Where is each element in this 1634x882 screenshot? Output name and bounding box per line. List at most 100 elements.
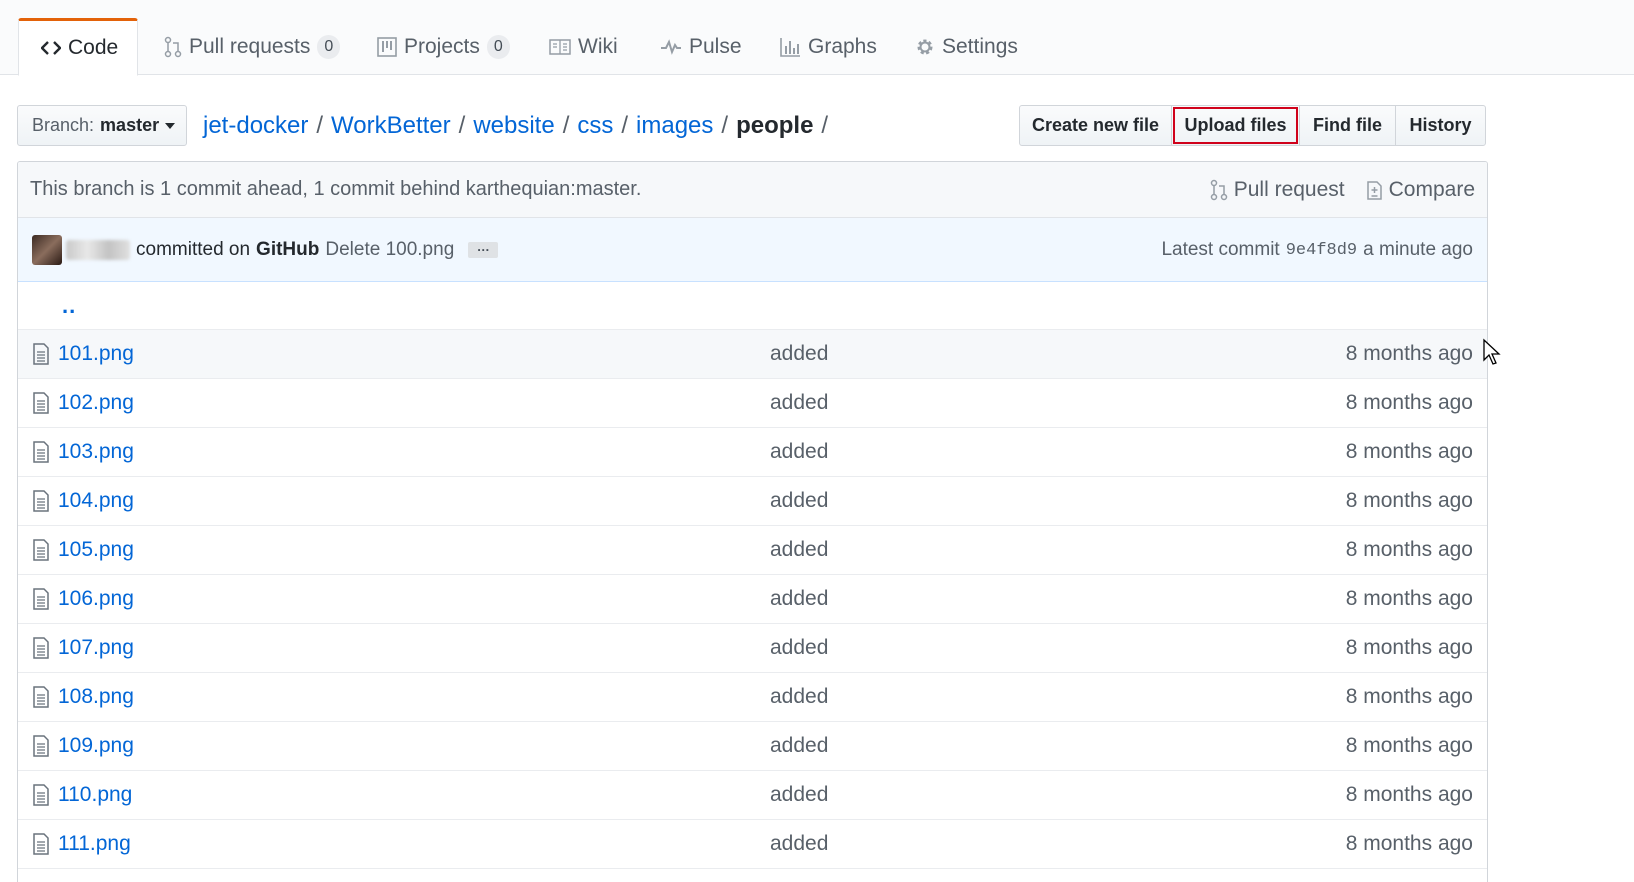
tab-wiki-label: Wiki: [578, 35, 618, 58]
file-age: 8 months ago: [1345, 685, 1473, 708]
file-age: 8 months ago: [1345, 783, 1473, 806]
breadcrumb-separator: /: [316, 112, 324, 139]
compare-label: Compare: [1388, 178, 1475, 201]
find-file-button[interactable]: Find file: [1299, 105, 1396, 146]
tab-projects[interactable]: Projects 0: [355, 18, 532, 76]
tab-graphs[interactable]: Graphs: [757, 18, 899, 76]
pull-request-label: Pull request: [1233, 178, 1345, 201]
diff-icon: [1365, 179, 1383, 201]
file-commit-message[interactable]: added: [770, 391, 828, 415]
table-row: 105.png added 8 months ago: [18, 526, 1487, 575]
git-pull-request-icon: [1210, 179, 1228, 201]
tab-pulse[interactable]: Pulse: [638, 18, 764, 76]
pull-request-link[interactable]: Pull request: [1210, 178, 1345, 202]
file-age: 8 months ago: [1345, 538, 1473, 561]
table-row: 101.png added 8 months ago: [18, 330, 1487, 379]
file-name-link[interactable]: 104.png: [58, 489, 134, 513]
file-commit-message[interactable]: added: [770, 440, 828, 464]
file-icon: [33, 686, 49, 708]
commit-platform: GitHub: [256, 238, 320, 260]
breadcrumb-current-folder: people: [736, 112, 814, 139]
file-commit-message[interactable]: added: [770, 342, 828, 366]
branch-status-bar: This branch is 1 commit ahead, 1 commit …: [18, 162, 1487, 218]
mouse-cursor-icon: [1483, 338, 1501, 365]
file-rows: 101.png added 8 months ago 102.png added 8 mo…: [18, 330, 1487, 869]
parent-directory-row: ..: [18, 282, 1487, 330]
branch-select-button[interactable]: Branch: master: [17, 105, 187, 146]
file-age: 8 months ago: [1345, 391, 1473, 414]
table-row: 110.png added 8 months ago: [18, 771, 1487, 820]
breadcrumb-folder-website[interactable]: website: [473, 112, 554, 140]
table-row: 103.png added 8 months ago: [18, 428, 1487, 477]
file-icon: [33, 637, 49, 659]
author-name-redacted[interactable]: [66, 239, 130, 260]
file-commit-message[interactable]: added: [770, 538, 828, 562]
parent-directory-link[interactable]: ..: [62, 293, 76, 319]
commit-sha-link[interactable]: 9e4f8d9: [1286, 241, 1357, 260]
tab-pulse-label: Pulse: [689, 35, 742, 58]
avatar[interactable]: [32, 234, 62, 265]
table-row: 109.png added 8 months ago: [18, 722, 1487, 771]
file-icon: [33, 539, 49, 561]
tab-wiki[interactable]: Wiki: [527, 18, 640, 76]
tab-graphs-label: Graphs: [808, 35, 877, 58]
file-commit-message[interactable]: added: [770, 734, 828, 758]
tab-projects-label: Projects: [404, 35, 480, 58]
history-button[interactable]: History: [1395, 105, 1486, 146]
file-icon: [33, 490, 49, 512]
file-name-link[interactable]: 111.png: [58, 832, 131, 856]
file-icon: [33, 343, 49, 365]
branch-name: master: [100, 115, 160, 135]
commit-message-link[interactable]: Delete 100.png: [325, 239, 454, 261]
file-commit-message[interactable]: added: [770, 587, 828, 611]
file-icon: [33, 784, 49, 806]
file-age: 8 months ago: [1345, 734, 1473, 757]
latest-commit-label: Latest commit: [1161, 239, 1280, 260]
tab-settings-label: Settings: [942, 35, 1018, 58]
commit-age: a minute ago: [1363, 239, 1473, 260]
file-commit-message[interactable]: added: [770, 685, 828, 709]
breadcrumb-repo-owner[interactable]: jet-docker: [203, 112, 308, 140]
file-commit-message[interactable]: added: [770, 636, 828, 660]
breadcrumb-separator: /: [621, 112, 629, 139]
table-row: 104.png added 8 months ago: [18, 477, 1487, 526]
book-icon: [549, 38, 571, 56]
breadcrumb-repo[interactable]: WorkBetter: [331, 112, 451, 140]
file-name-link[interactable]: 103.png: [58, 440, 134, 464]
breadcrumb-folder-images[interactable]: images: [636, 112, 713, 140]
file-icon: [33, 588, 49, 610]
file-name-link[interactable]: 101.png: [58, 342, 134, 366]
tab-code[interactable]: Code: [18, 18, 138, 76]
branch-prefix: Branch:: [32, 115, 95, 135]
file-commit-message[interactable]: added: [770, 783, 828, 807]
expand-commit-message-button[interactable]: …: [468, 240, 499, 258]
graph-icon: [779, 37, 801, 57]
file-age: 8 months ago: [1345, 440, 1473, 463]
file-age: 8 months ago: [1345, 832, 1473, 855]
tab-code-label: Code: [68, 36, 119, 59]
compare-link[interactable]: Compare: [1365, 178, 1475, 202]
tab-pull-requests[interactable]: Pull requests 0: [142, 18, 362, 76]
file-name-link[interactable]: 109.png: [58, 734, 134, 758]
file-name-link[interactable]: 102.png: [58, 391, 134, 415]
table-row: 106.png added 8 months ago: [18, 575, 1487, 624]
breadcrumb-folder-css[interactable]: css: [577, 112, 613, 140]
create-new-file-button[interactable]: Create new file: [1019, 105, 1172, 146]
branch-status-text: This branch is 1 commit ahead, 1 commit …: [30, 178, 642, 200]
file-age: 8 months ago: [1345, 489, 1473, 512]
table-row: 111.png added 8 months ago: [18, 820, 1487, 869]
gear-icon: [915, 37, 935, 57]
file-commit-message[interactable]: added: [770, 832, 828, 856]
file-commit-message[interactable]: added: [770, 489, 828, 513]
file-name-link[interactable]: 108.png: [58, 685, 134, 709]
file-name-link[interactable]: 110.png: [58, 783, 132, 807]
file-name-link[interactable]: 107.png: [58, 636, 134, 660]
file-age: 8 months ago: [1345, 587, 1473, 610]
file-name-link[interactable]: 105.png: [58, 538, 134, 562]
tab-settings[interactable]: Settings: [893, 18, 1040, 76]
upload-files-button[interactable]: Upload files: [1171, 105, 1300, 146]
file-name-link[interactable]: 106.png: [58, 587, 134, 611]
branch-status-actions: Pull request Compare: [1190, 162, 1475, 218]
tab-pull-requests-label: Pull requests: [189, 35, 311, 58]
latest-commit-bar: committed on GitHub Delete 100.png … Lat…: [18, 218, 1487, 282]
